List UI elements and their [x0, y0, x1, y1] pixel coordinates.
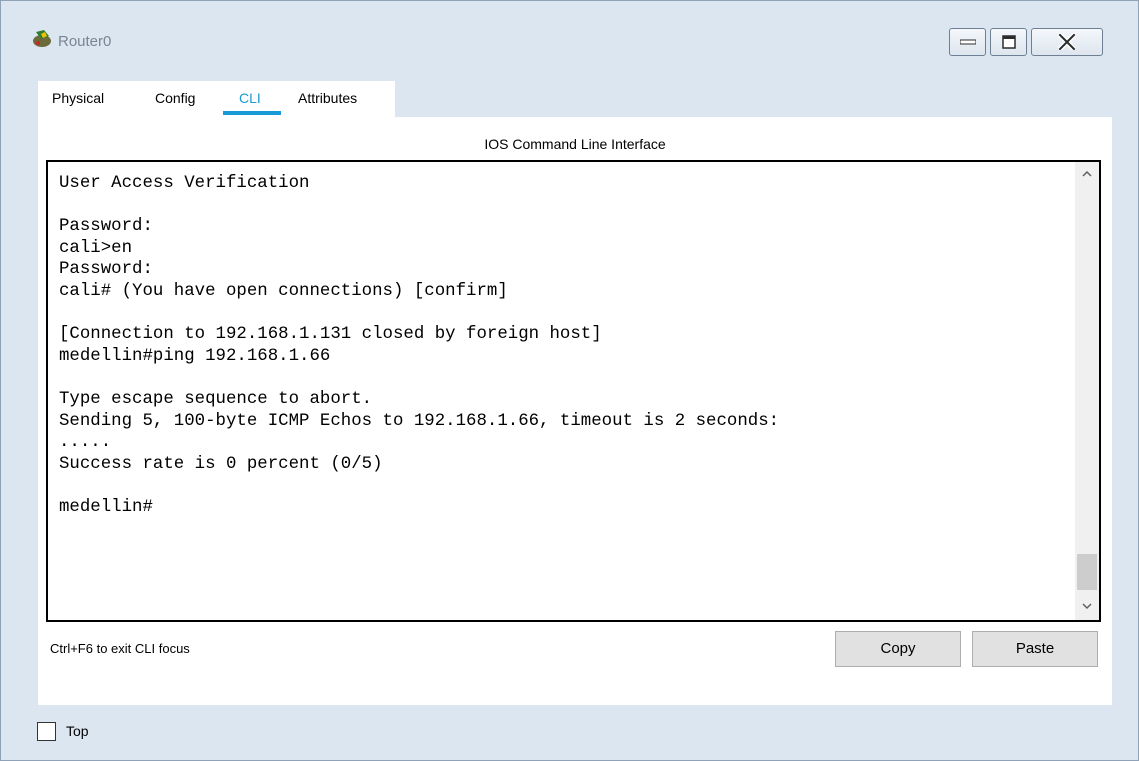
terminal-output[interactable]: User Access Verification Password: cali>e…: [59, 173, 1069, 519]
window-title: Router0: [58, 33, 112, 50]
terminal-line: medellin#: [59, 497, 153, 517]
terminal-line: [Connection to 192.168.1.131 closed by f…: [59, 325, 602, 345]
scroll-thumb[interactable]: [1077, 554, 1097, 590]
title-bar[interactable]: Router0: [1, 1, 1138, 81]
active-tab-indicator: [223, 111, 281, 115]
terminal-line: medellin#ping 192.168.1.66: [59, 346, 331, 366]
terminal-line: Success rate is 0 percent (0/5): [59, 454, 383, 474]
terminal-line: Sending 5, 100-byte ICMP Echos to 192.16…: [59, 411, 780, 431]
tab-attributes[interactable]: Attributes: [298, 90, 357, 106]
terminal-line: User Access Verification: [59, 174, 310, 193]
close-icon: [1058, 34, 1076, 50]
vertical-scrollbar[interactable]: [1075, 162, 1099, 620]
maximize-button[interactable]: [990, 28, 1027, 56]
chevron-up-icon: [1082, 170, 1092, 177]
scroll-up-button[interactable]: [1075, 164, 1099, 186]
minimize-icon: [959, 39, 976, 45]
copy-button[interactable]: Copy: [835, 631, 961, 667]
tab-physical[interactable]: Physical: [52, 90, 104, 106]
section-title: IOS Command Line Interface: [484, 136, 666, 152]
terminal-line: .....: [59, 433, 112, 453]
terminal-line: Password:: [59, 260, 153, 280]
tab-cli[interactable]: CLI: [239, 90, 261, 106]
maximize-icon: [1001, 35, 1016, 49]
terminal-line: cali>en: [59, 238, 133, 258]
top-checkbox[interactable]: [37, 722, 56, 741]
tab-config[interactable]: Config: [155, 90, 195, 106]
scroll-down-button[interactable]: [1075, 596, 1099, 618]
chevron-down-icon: [1082, 603, 1092, 610]
terminal-line: Password:: [59, 217, 153, 237]
top-checkbox-label: Top: [66, 723, 89, 739]
router-icon: [31, 28, 53, 50]
terminal-line: cali# (You have open connections) [confi…: [59, 281, 508, 301]
paste-button[interactable]: Paste: [972, 631, 1098, 667]
cli-focus-hint: Ctrl+F6 to exit CLI focus: [50, 641, 190, 656]
router-window: Router0 Physical Config CLI Attributes I…: [0, 0, 1139, 761]
cli-panel: IOS Command Line Interface User Access V…: [38, 117, 1112, 705]
close-button[interactable]: [1031, 28, 1103, 56]
minimize-button[interactable]: [949, 28, 986, 56]
terminal-line: Type escape sequence to abort.: [59, 389, 373, 409]
cli-terminal[interactable]: User Access Verification Password: cali>e…: [46, 160, 1101, 622]
